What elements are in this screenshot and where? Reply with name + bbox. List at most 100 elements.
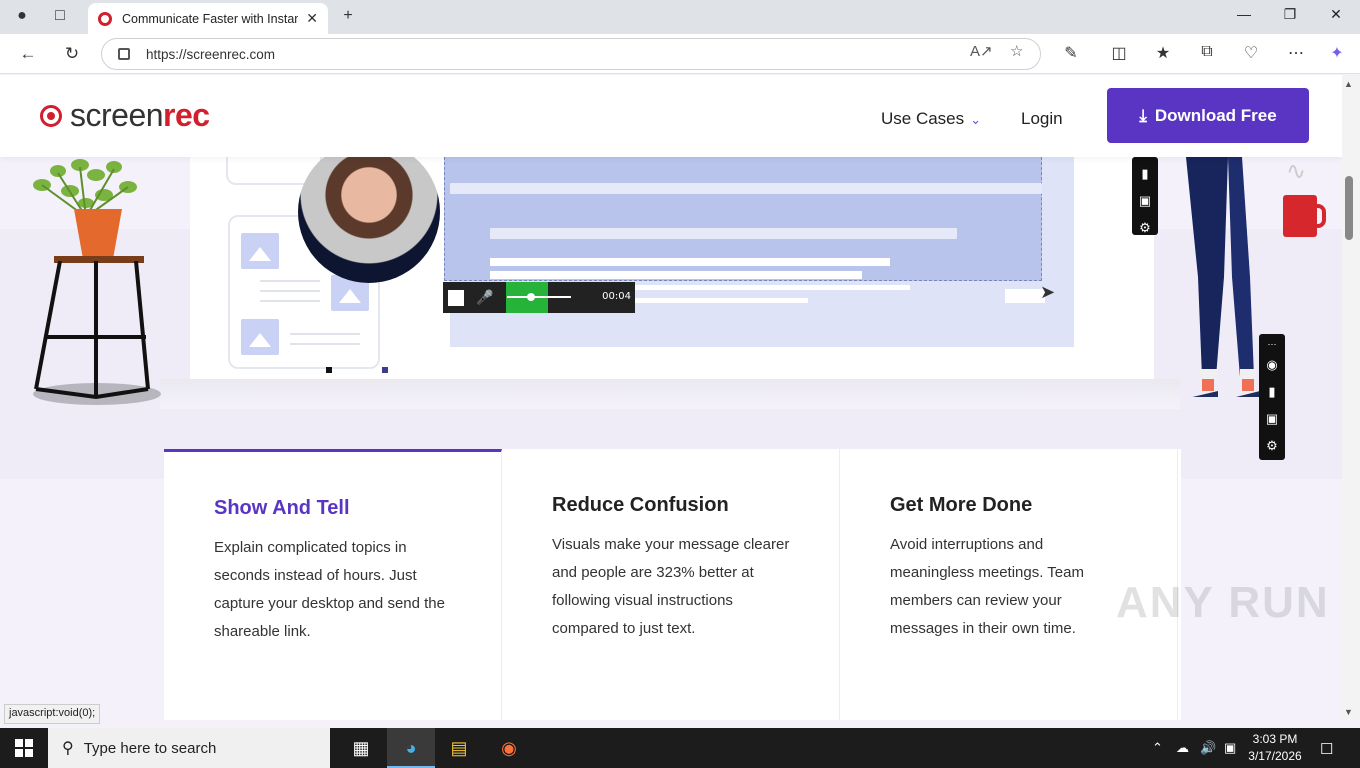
firefox-icon[interactable]: ◉	[497, 736, 521, 760]
mock-line	[635, 298, 808, 303]
tray-network-icon[interactable]: ☁	[1176, 740, 1189, 756]
feature-text: Avoid interruptions and meaningless meet…	[890, 536, 1084, 637]
edge-browser-icon[interactable]: ◕	[399, 736, 423, 760]
restore-icon[interactable]: ❐	[1280, 6, 1300, 23]
microphone-icon: 🎤	[476, 289, 494, 305]
site-info-icon[interactable]	[118, 48, 130, 60]
site-header: screen rec Use Cases ⌄ Login ⤓ Download Fr…	[0, 75, 1342, 157]
webcam-avatar	[298, 141, 440, 283]
url-field[interactable]: https://screenrec.com	[101, 38, 1041, 70]
image-placeholder-icon	[241, 233, 279, 269]
feature-title: Reduce Confusion	[552, 494, 729, 516]
taskbar-search-box[interactable]: ⚲ Type here to search	[48, 728, 330, 768]
stop-record-icon	[448, 289, 464, 306]
browser-tab[interactable]: Communicate Faster with Instant ✕	[88, 3, 328, 34]
notification-icon[interactable]: ☐	[1320, 740, 1333, 758]
tray-volume-icon[interactable]: 🔊	[1200, 740, 1216, 756]
taskbar-clock[interactable]: 3:03 PM 3/17/2026	[1248, 731, 1302, 765]
nav-login[interactable]: Login	[1021, 109, 1063, 129]
download-free-button[interactable]: ⤓ Download Free	[1107, 88, 1309, 143]
steam-icon: ∿	[1286, 158, 1307, 185]
illustration-toolbar: ⋯ ◉ ▮ ▣ ⚙	[1259, 334, 1285, 460]
illustration-toolbar-small: ▮ ▣ ⚙	[1132, 157, 1158, 235]
tab-close-icon[interactable]: ✕	[306, 10, 318, 27]
profile-icon[interactable]: ●	[12, 7, 32, 25]
page-scrollbar-thumb[interactable]	[1345, 176, 1353, 240]
feature-card-show-and-tell[interactable]: Show And Tell Explain complicated topics…	[164, 449, 502, 720]
windows-start-icon[interactable]	[15, 739, 33, 757]
features-section: Show And Tell Explain complicated topics…	[164, 449, 1181, 720]
volume-slider-knob	[527, 293, 535, 301]
task-view-icon[interactable]: ▦	[349, 736, 373, 760]
volume-slider	[507, 296, 571, 298]
mock-button	[1005, 289, 1045, 303]
text-placeholder	[290, 333, 360, 335]
plant-leaves-icon	[33, 159, 137, 217]
scroll-up-icon[interactable]: ▲	[1344, 79, 1353, 89]
pin-icon: ⋯	[1267, 339, 1277, 349]
recorder-control-bar: 🎤 00:04	[443, 282, 635, 313]
mock-line	[490, 228, 957, 239]
mock-line	[450, 183, 1042, 194]
split-screen-icon[interactable]: ◫	[1108, 43, 1130, 63]
search-icon: ⚲	[62, 740, 74, 757]
browser-essentials-icon[interactable]: ♡	[1240, 43, 1262, 63]
download-free-label: Download Free	[1154, 105, 1277, 125]
favorite-star-icon[interactable]: ☆	[1010, 42, 1023, 60]
windows-taskbar: ⚲ Type here to search ▦ ◕ ▤ ◉ ⌃ ☁ 🔊 ▣ 3:…	[0, 728, 1360, 768]
tray-display-icon[interactable]: ▣	[1224, 740, 1236, 756]
hero-shadow	[160, 379, 1180, 409]
carousel-dot[interactable]	[326, 367, 332, 373]
collections-icon[interactable]: ⧉	[1196, 43, 1218, 61]
feature-title: Get More Done	[890, 494, 1033, 516]
logo-text-rec: rec	[163, 97, 210, 133]
chevron-down-icon: ⌄	[970, 112, 982, 127]
read-aloud-icon[interactable]: A↗	[970, 42, 993, 60]
feature-card-reduce-confusion[interactable]: Reduce Confusion Visuals make your messa…	[502, 449, 840, 720]
nav-use-cases-label: Use Cases	[881, 109, 965, 128]
favorites-icon[interactable]: ★	[1152, 43, 1174, 63]
coffee-mug-icon	[1283, 195, 1326, 237]
clock-time: 3:03 PM	[1252, 732, 1298, 746]
text-placeholder	[260, 280, 320, 282]
logo-text-screen: screen	[70, 97, 164, 133]
refresh-icon[interactable]: ↻	[61, 44, 83, 64]
extensions-icon[interactable]: ✎	[1060, 43, 1082, 63]
tab-title: Communicate Faster with Instant	[122, 11, 299, 26]
mock-line	[490, 258, 890, 266]
browser-tab-bar: ● □ Communicate Faster with Instant ✕ + …	[0, 0, 1360, 34]
window-close-icon[interactable]: ✕	[1326, 6, 1346, 23]
mouse-cursor-icon: ➤	[1040, 282, 1056, 302]
more-menu-icon[interactable]: ⋯	[1285, 43, 1307, 63]
minimize-icon[interactable]: —	[1234, 6, 1254, 22]
feature-text: Explain complicated topics in seconds in…	[214, 539, 445, 640]
anyrun-watermark: ANY RUN	[1116, 578, 1330, 627]
image-placeholder-icon	[241, 319, 279, 355]
scroll-down-icon[interactable]: ▼	[1344, 707, 1353, 717]
copilot-icon[interactable]: ✦	[1326, 43, 1348, 63]
mock-line	[635, 285, 910, 290]
settings-icon: ⚙	[1139, 220, 1151, 235]
text-placeholder	[260, 300, 320, 302]
mock-line	[490, 271, 862, 279]
clock-date: 3/17/2026	[1248, 749, 1302, 763]
file-explorer-icon[interactable]: ▤	[447, 736, 471, 760]
person-legs-icon	[1186, 157, 1260, 397]
window-icon: ▣	[1265, 411, 1279, 426]
tab-actions-icon[interactable]: □	[50, 7, 70, 25]
carousel-dot[interactable]	[382, 367, 388, 373]
screenrec-logo[interactable]: screen rec	[40, 97, 210, 134]
text-placeholder	[260, 290, 320, 292]
new-tab-icon[interactable]: +	[338, 7, 358, 25]
video-icon: ▮	[1141, 166, 1149, 181]
nav-use-cases[interactable]: Use Cases ⌄	[881, 109, 981, 129]
url-text: https://screenrec.com	[146, 46, 276, 62]
settings-icon: ⚙	[1266, 438, 1278, 453]
screenrec-favicon-icon	[98, 11, 112, 26]
back-icon[interactable]: ←	[17, 44, 39, 64]
download-icon: ⤓	[1139, 105, 1147, 125]
page-scrollbar[interactable]	[1342, 75, 1360, 720]
window-icon: ▣	[1138, 193, 1152, 208]
tray-chevron-up-icon[interactable]: ⌃	[1152, 740, 1163, 756]
record-timer: 00:04	[602, 291, 631, 302]
